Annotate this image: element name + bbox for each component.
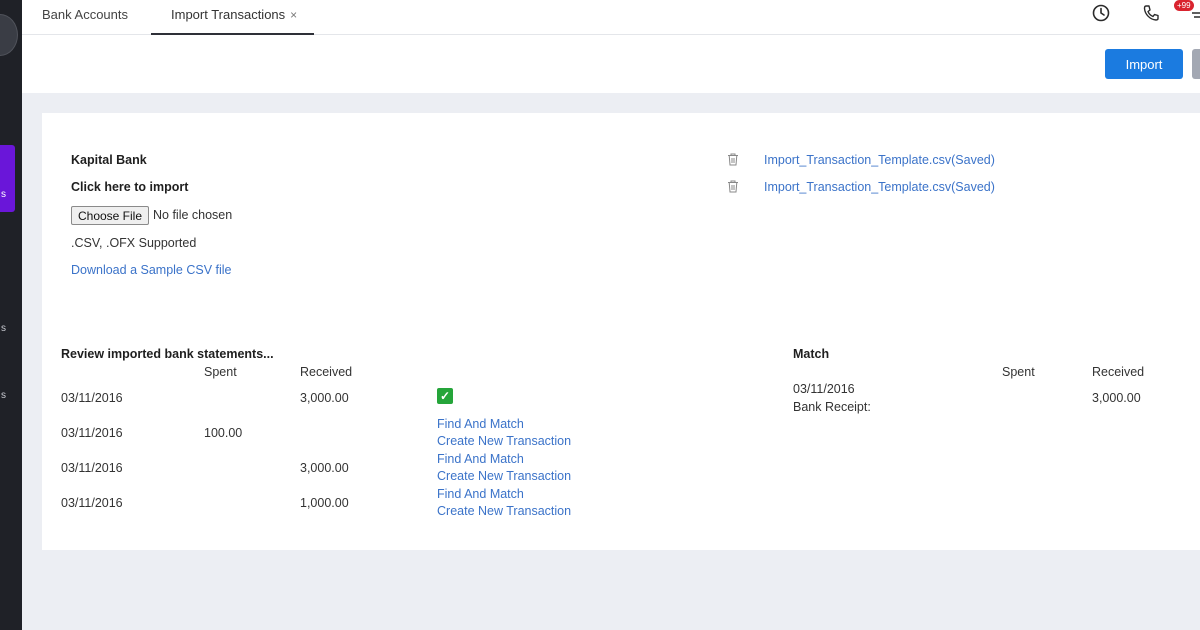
row-date: 03/11/2016 xyxy=(61,461,123,475)
sidebar-active-item[interactable] xyxy=(0,145,15,212)
click-to-import-label: Click here to import xyxy=(71,180,189,194)
match-title: Match xyxy=(793,347,830,361)
match-received: 3,000.00 xyxy=(1092,391,1141,405)
action-bar: Import xyxy=(22,35,1200,93)
tab-import-transactions[interactable]: Import Transactions × xyxy=(151,0,314,35)
row-received: 1,000.00 xyxy=(300,496,349,510)
match-description: Bank Receipt: xyxy=(793,400,871,414)
find-and-match-link[interactable]: Find And Match xyxy=(437,417,524,431)
create-new-transaction-link[interactable]: Create New Transaction xyxy=(437,504,571,518)
secondary-button[interactable] xyxy=(1192,49,1200,79)
review-col-spent: Spent xyxy=(204,365,237,379)
sidebar-item-label[interactable]: s xyxy=(1,390,6,401)
saved-file-link[interactable]: Import_Transaction_Template.csv(Saved) xyxy=(764,180,995,194)
match-col-spent: Spent xyxy=(1002,365,1035,379)
row-received: 3,000.00 xyxy=(300,391,349,405)
sidebar-item-label[interactable]: s xyxy=(1,189,6,200)
review-col-received: Received xyxy=(300,365,353,379)
no-file-chosen: No file chosen xyxy=(153,208,233,222)
review-title: Review imported bank statements... xyxy=(61,347,274,361)
phone-icon[interactable] xyxy=(1141,3,1161,23)
left-sidebar: s s s xyxy=(0,0,22,630)
trash-icon[interactable] xyxy=(727,153,739,166)
row-received: 3,000.00 xyxy=(300,461,349,475)
find-and-match-link[interactable]: Find And Match xyxy=(437,452,524,466)
matched-check-icon[interactable]: ✓ xyxy=(437,388,453,404)
choose-file-button[interactable]: Choose File xyxy=(71,206,149,225)
find-and-match-link[interactable]: Find And Match xyxy=(437,487,524,501)
notification-badge: +99 xyxy=(1174,0,1194,11)
notification-icon[interactable]: +99 xyxy=(1172,0,1200,24)
supported-formats: .CSV, .OFX Supported xyxy=(71,236,197,250)
row-spent: 100.00 xyxy=(204,426,243,440)
create-new-transaction-link[interactable]: Create New Transaction xyxy=(437,469,571,483)
match-col-received: Received xyxy=(1092,365,1145,379)
create-new-transaction-link[interactable]: Create New Transaction xyxy=(437,434,571,448)
import-card: Kapital Bank Click here to import Choose… xyxy=(42,113,1200,550)
sidebar-item-label[interactable]: s xyxy=(1,323,6,334)
match-date: 03/11/2016 xyxy=(793,382,855,396)
tab-bank-accounts[interactable]: Bank Accounts xyxy=(42,0,128,34)
tab-label: Import Transactions xyxy=(171,7,286,22)
top-tab-bar: Bank Accounts Import Transactions × +99 xyxy=(22,0,1200,35)
saved-file-link[interactable]: Import_Transaction_Template.csv(Saved) xyxy=(764,153,995,167)
clock-icon[interactable] xyxy=(1091,3,1111,23)
row-date: 03/11/2016 xyxy=(61,391,123,405)
close-icon[interactable]: × xyxy=(290,8,297,22)
row-date: 03/11/2016 xyxy=(61,426,123,440)
download-sample-link[interactable]: Download a Sample CSV file xyxy=(71,263,232,277)
row-date: 03/11/2016 xyxy=(61,496,123,510)
avatar[interactable] xyxy=(0,14,18,56)
trash-icon[interactable] xyxy=(727,180,739,193)
bank-name: Kapital Bank xyxy=(71,153,147,167)
import-button[interactable]: Import xyxy=(1105,49,1183,79)
